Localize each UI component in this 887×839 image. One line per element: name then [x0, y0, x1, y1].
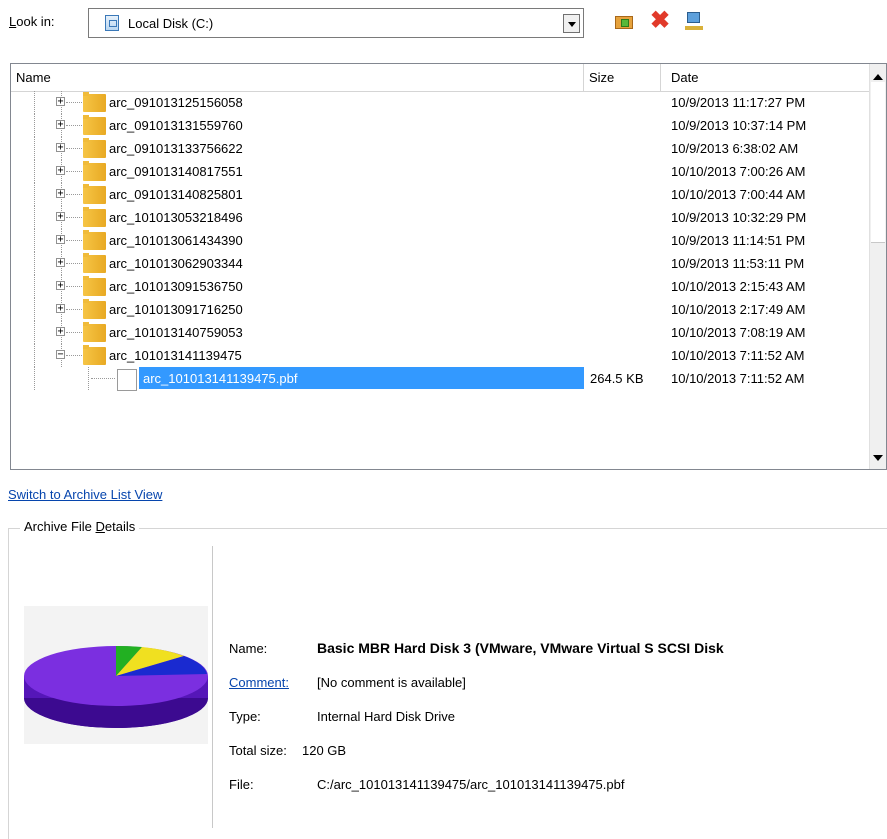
expand-toggle-icon[interactable]: + [56, 143, 65, 153]
folder-icon [83, 184, 106, 204]
file-list[interactable]: Name Size Date + arc_091013125156058 10/9/… [10, 63, 887, 470]
network-icon[interactable] [683, 10, 705, 32]
folder-name: arc_091013140817551 [109, 164, 243, 179]
folder-date: 10/10/2013 7:00:26 AM [671, 164, 806, 179]
folder-icon [83, 92, 106, 112]
name-value: Basic MBR Hard Disk 3 (VMware, VMware Vi… [317, 640, 724, 656]
look-in-label: Look in: [9, 14, 55, 29]
expand-toggle-icon[interactable]: + [56, 166, 65, 176]
expand-toggle-icon[interactable]: + [56, 281, 65, 291]
folder-row[interactable]: + arc_091013125156058 10/9/2013 11:17:27 P… [11, 91, 871, 114]
expand-toggle-icon[interactable]: + [56, 327, 65, 337]
folder-row[interactable]: + arc_091013133756622 10/9/2013 6:38:02 AM [11, 137, 871, 160]
details-divider [212, 546, 213, 828]
file-path-value: C:/arc_101013141139475/arc_1010131411394… [317, 777, 625, 792]
total-size-value: 120 GB [302, 743, 347, 758]
folder-icon [83, 345, 106, 365]
dropdown-arrow-icon[interactable] [563, 14, 580, 33]
folder-icon [83, 138, 106, 158]
folder-row[interactable]: − arc_101013141139475 10/10/2013 7:11:52 A… [11, 344, 871, 367]
list-header: Name Size Date [11, 64, 871, 92]
file-size: 264.5 KB [590, 371, 644, 386]
vertical-scrollbar[interactable] [869, 64, 886, 469]
expand-toggle-icon[interactable]: − [56, 350, 65, 360]
folder-date: 10/9/2013 11:14:51 PM [671, 233, 806, 248]
folder-name: arc_101013140759053 [109, 325, 243, 340]
expand-toggle-icon[interactable]: + [56, 258, 65, 268]
expand-toggle-icon[interactable]: + [56, 120, 65, 130]
folder-name: arc_101013141139475 [109, 348, 242, 363]
folder-icon [83, 207, 106, 227]
folder-date: 10/10/2013 7:00:44 AM [671, 187, 806, 202]
drive-icon [105, 15, 119, 31]
switch-to-archive-list-link[interactable]: Switch to Archive List View [8, 487, 162, 502]
folder-icon [83, 253, 106, 273]
expand-toggle-icon[interactable]: + [56, 304, 65, 314]
name-label: Name: [229, 641, 268, 656]
folder-row[interactable]: + arc_101013061434390 10/9/2013 11:14:51 P… [11, 229, 871, 252]
folder-name: arc_101013091716250 [109, 302, 243, 317]
scroll-up-icon[interactable] [873, 74, 883, 80]
details-title: Archive File Details [20, 519, 140, 534]
expand-toggle-icon[interactable]: + [56, 97, 65, 107]
folder-row[interactable]: + arc_091013140817551 10/10/2013 7:00:26 A… [11, 160, 871, 183]
file-name: arc_101013141139475.pbf [143, 371, 298, 386]
type-value: Internal Hard Disk Drive [317, 709, 455, 724]
delete-icon[interactable]: ✖ [649, 9, 671, 33]
disk-pie-icon [24, 606, 208, 744]
folder-name: arc_091013131559760 [109, 118, 243, 133]
folder-name: arc_091013133756622 [109, 141, 243, 156]
new-folder-icon[interactable] [613, 10, 635, 32]
column-header-size[interactable]: Size [584, 64, 661, 91]
type-label: Type: [229, 709, 261, 724]
folder-date: 10/9/2013 6:38:02 AM [671, 141, 799, 156]
folder-name: arc_091013125156058 [109, 95, 243, 110]
folder-name: arc_101013061434390 [109, 233, 243, 248]
folder-name: arc_101013062903344 [109, 256, 243, 271]
folder-name: arc_091013140825801 [109, 187, 243, 202]
folder-row[interactable]: + arc_091013131559760 10/9/2013 10:37:14 P… [11, 114, 871, 137]
folder-date: 10/10/2013 2:17:49 AM [671, 302, 806, 317]
folder-name: arc_101013091536750 [109, 279, 243, 294]
expand-toggle-icon[interactable]: + [56, 189, 65, 199]
folder-row[interactable]: + arc_101013140759053 10/10/2013 7:08:19 A… [11, 321, 871, 344]
folder-icon [83, 115, 106, 135]
file-label: File: [229, 777, 254, 792]
comment-link[interactable]: Comment: [229, 675, 289, 690]
folder-date: 10/9/2013 10:32:29 PM [671, 210, 807, 225]
total-size-label: Total size: [229, 743, 287, 758]
scroll-down-icon[interactable] [873, 455, 883, 461]
folder-row[interactable]: + arc_101013053218496 10/9/2013 10:32:29 P… [11, 206, 871, 229]
folder-date: 10/9/2013 11:53:11 PM [671, 256, 805, 271]
expand-toggle-icon[interactable]: + [56, 212, 65, 222]
folder-row[interactable]: + arc_101013091716250 10/10/2013 2:17:49 A… [11, 298, 871, 321]
comment-value: [No comment is available] [317, 675, 466, 690]
column-header-date[interactable]: Date [661, 64, 871, 91]
look-in-dropdown[interactable]: Local Disk (C:) [88, 8, 584, 38]
folder-date: 10/9/2013 10:37:14 PM [671, 118, 807, 133]
scroll-thumb[interactable] [871, 82, 885, 243]
folder-icon [83, 276, 106, 296]
file-icon [117, 369, 137, 391]
folder-icon [83, 299, 106, 319]
folder-row[interactable]: + arc_091013140825801 10/10/2013 7:00:44 A… [11, 183, 871, 206]
folder-name: arc_101013053218496 [109, 210, 243, 225]
folder-date: 10/9/2013 11:17:27 PM [671, 95, 806, 110]
folder-date: 10/10/2013 7:08:19 AM [671, 325, 806, 340]
file-date: 10/10/2013 7:11:52 AM [671, 371, 805, 386]
expand-toggle-icon[interactable]: + [56, 235, 65, 245]
file-row[interactable]: arc_101013141139475.pbf 264.5 KB 10/10/201… [11, 367, 871, 391]
list-rows: + arc_091013125156058 10/9/2013 11:17:27 P… [11, 91, 871, 391]
folder-row[interactable]: + arc_101013062903344 10/9/2013 11:53:11 P… [11, 252, 871, 275]
column-header-name[interactable]: Name [11, 64, 584, 91]
folder-date: 10/10/2013 2:15:43 AM [671, 279, 806, 294]
folder-date: 10/10/2013 7:11:52 AM [671, 348, 805, 363]
look-in-value: Local Disk (C:) [128, 16, 214, 31]
folder-icon [83, 161, 106, 181]
folder-icon [83, 322, 106, 342]
folder-icon [83, 230, 106, 250]
folder-row[interactable]: + arc_101013091536750 10/10/2013 2:15:43 A… [11, 275, 871, 298]
